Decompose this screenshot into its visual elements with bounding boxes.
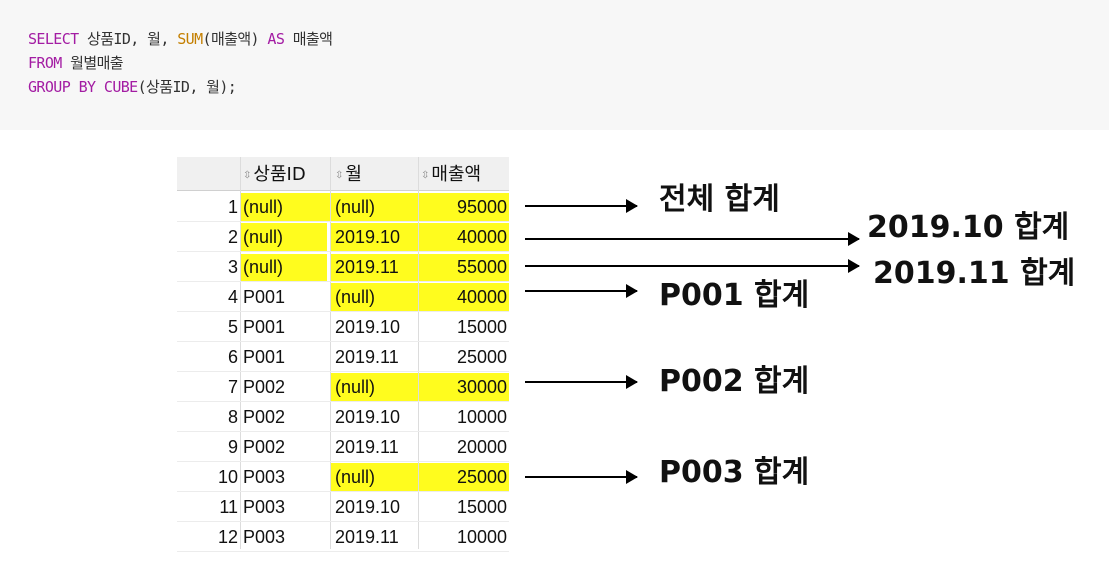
table-row[interactable]: 11 P003 2019.10 15000 (177, 491, 509, 522)
cell-month[interactable]: (null) (335, 461, 375, 491)
cell-product-id[interactable]: (null) (243, 191, 283, 221)
cell-sales[interactable]: 95000 (421, 191, 507, 221)
sql-function-sum: SUM (177, 30, 203, 48)
cell-product-id[interactable]: P002 (243, 401, 285, 431)
cell-sales[interactable]: 25000 (421, 341, 507, 371)
label-total-sum: 전체 합계 (659, 182, 780, 217)
cell-month[interactable]: (null) (335, 371, 375, 401)
table-row[interactable]: 3 (null) 2019.11 55000 (177, 251, 509, 282)
table-row[interactable]: 12 P003 2019.11 10000 (177, 521, 509, 552)
sql-line-select: SELECT 상품ID, 월, SUM(매출액) AS 매출액 (28, 28, 333, 50)
table-row[interactable]: 6 P001 2019.11 25000 (177, 341, 509, 372)
row-number: 10 (217, 467, 238, 487)
row-number: 12 (217, 527, 238, 547)
arrow-right-icon (525, 232, 860, 246)
table-row[interactable]: 7 P002 (null) 30000 (177, 371, 509, 402)
cell-month[interactable]: 2019.10 (335, 401, 400, 431)
row-number: 4 (227, 287, 238, 307)
cell-sales[interactable]: 25000 (421, 461, 507, 491)
cell-month[interactable]: 2019.10 (335, 491, 400, 521)
sort-icon[interactable]: ⇳ (243, 170, 251, 181)
row-number: 9 (227, 437, 238, 457)
row-number: 1 (227, 197, 238, 217)
sql-keyword-select: SELECT (28, 30, 79, 48)
sql-columns: 상품ID, 월, (78, 30, 178, 48)
cell-product-id[interactable]: (null) (243, 251, 283, 281)
cell-product-id[interactable]: P002 (243, 431, 285, 461)
arrow-right-icon (525, 375, 638, 389)
cell-month[interactable]: 2019.11 (335, 341, 399, 371)
sql-cube-arguments: (상품ID, 월); (137, 78, 237, 96)
cell-product-id[interactable]: P003 (243, 491, 285, 521)
cell-product-id[interactable]: (null) (243, 221, 283, 251)
sql-code-block: SELECT 상품ID, 월, SUM(매출액) AS 매출액 FROM 월별매… (0, 0, 1109, 130)
label-201911-sum: 2019.11 합계 (873, 256, 1076, 291)
sql-line-groupby: GROUP BY CUBE(상품ID, 월); (28, 76, 237, 98)
sql-keyword-as: AS (267, 30, 285, 48)
cell-product-id[interactable]: P001 (243, 281, 285, 311)
sql-line-from: FROM 월별매출 (28, 52, 124, 74)
sort-icon[interactable]: ⇳ (421, 170, 429, 181)
sql-alias: 매출액 (284, 30, 333, 48)
sql-function-cube: CUBE (103, 78, 138, 96)
cell-month[interactable]: (null) (335, 191, 375, 221)
cell-product-id[interactable]: P002 (243, 371, 285, 401)
table-row[interactable]: 8 P002 2019.10 10000 (177, 401, 509, 432)
arrow-right-icon (525, 259, 860, 273)
cell-product-id[interactable]: P001 (243, 341, 285, 371)
cell-product-id[interactable]: P003 (243, 461, 285, 491)
table-row[interactable]: 1 (null) (null) 95000 (177, 191, 509, 222)
cell-sales[interactable]: 40000 (421, 221, 507, 251)
cell-sales[interactable]: 15000 (421, 491, 507, 521)
table-row[interactable]: 5 P001 2019.10 15000 (177, 311, 509, 342)
cell-sales[interactable]: 55000 (421, 251, 507, 281)
cell-sales[interactable]: 10000 (421, 401, 507, 431)
column-header-product-id[interactable]: ⇳ 상품ID (243, 157, 306, 190)
row-number: 11 (219, 497, 238, 517)
cell-month[interactable]: 2019.11 (335, 521, 399, 551)
sort-icon[interactable]: ⇳ (335, 170, 343, 181)
sql-sum-argument: (매출액) (202, 30, 268, 48)
arrow-right-icon (525, 199, 638, 213)
row-number: 7 (227, 377, 238, 397)
label-p002-sum: P002 합계 (659, 364, 810, 399)
cell-sales[interactable]: 15000 (421, 311, 507, 341)
cell-product-id[interactable]: P001 (243, 311, 285, 341)
sql-table-name: 월별매출 (61, 54, 123, 72)
column-header-sales[interactable]: ⇳ 매출액 (421, 157, 481, 190)
label-p003-sum: P003 합계 (659, 455, 810, 490)
row-number: 2 (227, 227, 238, 247)
sql-keyword-groupby: GROUP BY (28, 78, 96, 96)
cell-month[interactable]: 2019.10 (335, 311, 400, 341)
grid-header: ⇳ 상품ID ⇳ 월 ⇳ 매출액 (177, 157, 509, 191)
cell-month[interactable]: 2019.10 (335, 221, 400, 251)
column-header-month[interactable]: ⇳ 월 (335, 157, 362, 190)
cell-sales[interactable]: 40000 (421, 281, 507, 311)
label-201910-sum: 2019.10 합계 (867, 210, 1070, 245)
label-p001-sum: P001 합계 (659, 278, 810, 313)
row-number: 8 (227, 407, 238, 427)
cell-product-id[interactable]: P003 (243, 521, 285, 551)
arrow-right-icon (525, 284, 638, 298)
cell-sales[interactable]: 20000 (421, 431, 507, 461)
cell-month[interactable]: 2019.11 (335, 251, 399, 281)
result-grid: ⇳ 상품ID ⇳ 월 ⇳ 매출액 1 (null) (null) 95000 2 (n… (177, 157, 509, 552)
sql-keyword-from: FROM (28, 54, 62, 72)
row-number: 3 (227, 257, 238, 277)
cell-month[interactable]: 2019.11 (335, 431, 399, 461)
cell-sales[interactable]: 30000 (421, 371, 507, 401)
cell-month[interactable]: (null) (335, 281, 375, 311)
table-row[interactable]: 4 P001 (null) 40000 (177, 281, 509, 312)
table-row[interactable]: 10 P003 (null) 25000 (177, 461, 509, 492)
table-row[interactable]: 9 P002 2019.11 20000 (177, 431, 509, 462)
row-number: 6 (227, 347, 238, 367)
row-number: 5 (227, 317, 238, 337)
table-row[interactable]: 2 (null) 2019.10 40000 (177, 221, 509, 252)
cell-sales[interactable]: 10000 (421, 521, 507, 551)
arrow-right-icon (525, 470, 638, 484)
